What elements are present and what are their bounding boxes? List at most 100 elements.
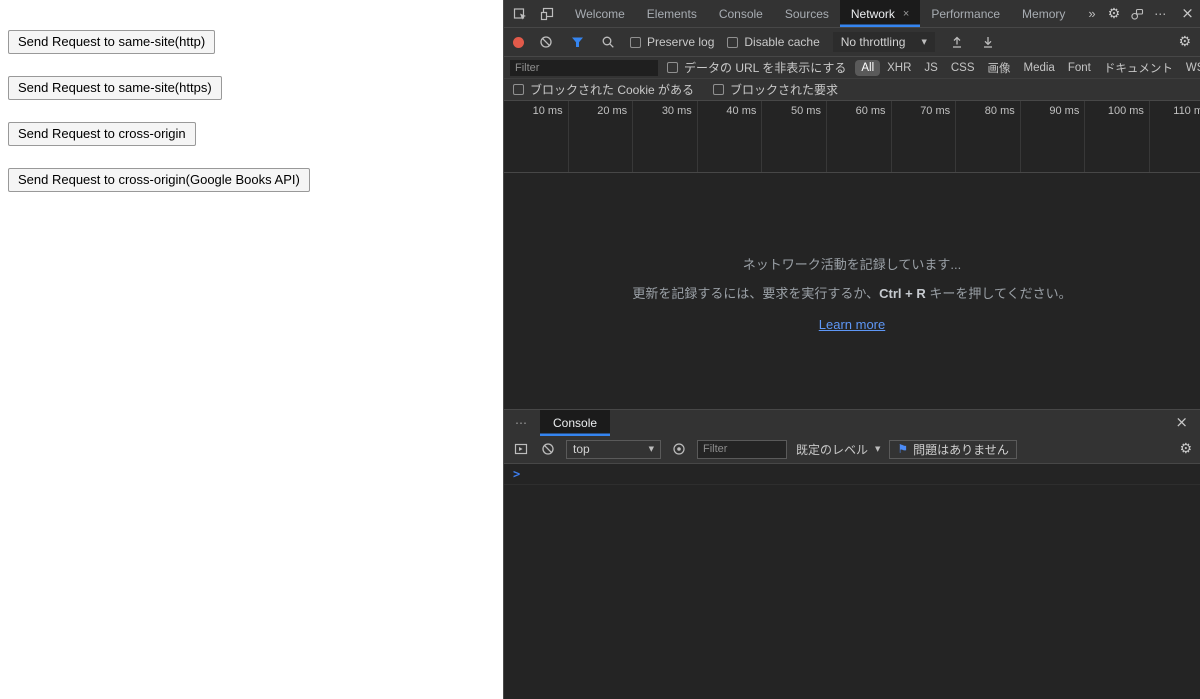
timeline-tick: 100 ms — [1085, 101, 1150, 172]
issues-label: 問題はありません — [913, 442, 1009, 457]
filter-funnel-icon[interactable] — [568, 33, 586, 51]
reload-hint-text: 更新を記録するには、要求を実行するか、 — [632, 286, 880, 302]
timeline-tick: 70 ms — [892, 101, 957, 172]
clear-console-icon[interactable] — [539, 440, 557, 458]
tab-label: Welcome — [575, 6, 625, 21]
checkbox-box[interactable] — [513, 84, 524, 95]
chevron-down-icon: ▼ — [648, 445, 654, 453]
devtools-menu-icon[interactable]: ⋯ — [1154, 7, 1168, 21]
console-settings-gear-icon[interactable]: ⚙ — [1179, 442, 1192, 456]
filter-chip-img[interactable]: 画像 — [982, 58, 1017, 78]
send-request-same-site-https-button[interactable]: Send Request to same-site(https) — [8, 76, 222, 100]
blocked-cookies-label: ブロックされた Cookie がある — [530, 83, 695, 97]
network-empty-state: ネットワーク活動を記録しています... 更新を記録するには、要求を実行するか、C… — [504, 173, 1200, 409]
checkbox-box[interactable] — [713, 84, 725, 95]
devtools-panel: Welcome Elements Console Sources Network… — [503, 0, 1200, 699]
request-type-filters: All XHR JS CSS 画像 Media Font ドキュメント WS M… — [855, 58, 1200, 78]
devtools-close-icon[interactable]: × — [1176, 6, 1199, 21]
hide-data-urls-label: データの URL を非表示にする — [684, 61, 847, 75]
drawer-tabbar: ⋯ Console × — [504, 408, 1200, 436]
console-toolbar: top ▼ 既定のレベル ▼ ⚑ 問題はありません ⚙ — [504, 435, 1200, 464]
device-toolbar-icon[interactable] — [538, 5, 556, 23]
preserve-log-label: Preserve log — [647, 35, 715, 49]
drawer-tab-console[interactable]: Console — [540, 409, 611, 436]
tab-memory[interactable]: Memory — [1011, 0, 1076, 27]
chevron-down-icon: ▼ — [875, 445, 881, 453]
learn-more-link[interactable]: Learn more — [819, 317, 885, 332]
record-icon[interactable] — [513, 36, 524, 48]
log-levels-value: 既定のレベル — [796, 442, 869, 457]
network-overview-timeline[interactable]: 10 ms 20 ms 30 ms 40 ms 50 ms 60 ms 70 m… — [504, 101, 1200, 173]
tab-console[interactable]: Console — [708, 0, 774, 27]
shortcut-key: Ctrl + R — [879, 286, 926, 302]
console-messages-area: > — [504, 463, 1200, 699]
checkbox-box[interactable] — [667, 62, 678, 73]
throttling-select[interactable]: No throttling ▼ — [832, 32, 935, 52]
network-settings-gear-icon[interactable]: ⚙ — [1178, 35, 1191, 49]
filter-chip-js[interactable]: JS — [918, 60, 943, 76]
send-request-cross-origin-button[interactable]: Send Request to cross-origin — [8, 122, 196, 146]
issues-button[interactable]: ⚑ 問題はありません — [889, 439, 1017, 459]
devtools-tabbar: Welcome Elements Console Sources Network… — [504, 0, 1200, 28]
network-filter-input[interactable] — [510, 59, 658, 76]
checkbox-box[interactable] — [727, 36, 739, 48]
feedback-icon[interactable] — [1128, 5, 1146, 23]
tab-label: Sources — [784, 6, 829, 21]
reload-hint: 更新を記録するには、要求を実行するか、Ctrl + R キーを押してください。 — [632, 283, 1071, 302]
console-sidebar-icon[interactable] — [512, 440, 530, 458]
console-filter-input[interactable] — [697, 439, 787, 459]
hide-data-urls-checkbox[interactable]: データの URL を非表示にする — [667, 59, 846, 76]
timeline-tick: 60 ms — [827, 101, 892, 172]
network-filter-bar: データの URL を非表示にする All XHR JS CSS 画像 Media… — [504, 57, 1200, 79]
tab-elements[interactable]: Elements — [636, 0, 708, 27]
preserve-log-checkbox[interactable]: Preserve log — [630, 35, 714, 49]
disable-cache-checkbox[interactable]: Disable cache — [727, 35, 820, 49]
filter-chip-xhr[interactable]: XHR — [881, 60, 917, 76]
console-context-select[interactable]: top ▼ — [566, 439, 661, 459]
console-context-value: top — [573, 442, 590, 456]
timeline-tick: 30 ms — [633, 101, 698, 172]
timeline-tick: 40 ms — [698, 101, 763, 172]
live-expression-eye-icon[interactable] — [670, 440, 688, 458]
filter-chip-font[interactable]: Font — [1062, 60, 1097, 76]
chevron-down-icon: ▼ — [921, 38, 927, 46]
tab-network[interactable]: Network × — [839, 0, 921, 27]
inspect-element-icon[interactable] — [511, 5, 529, 23]
tab-sources[interactable]: Sources — [774, 0, 840, 27]
tab-label: Performance — [931, 6, 1001, 21]
tab-welcome[interactable]: Welcome — [564, 0, 636, 27]
blocked-cookies-checkbox[interactable]: ブロックされた Cookie がある — [513, 81, 694, 98]
filter-chip-all[interactable]: All — [855, 59, 881, 76]
reload-hint-text: キーを押してください。 — [925, 286, 1072, 302]
timeline-tick: 110 ms — [1150, 101, 1200, 172]
blocked-requests-label: ブロックされた要求 — [730, 83, 839, 97]
filter-chip-media[interactable]: Media — [1018, 60, 1061, 76]
export-har-icon[interactable] — [979, 33, 997, 51]
log-levels-select[interactable]: 既定のレベル ▼ — [796, 441, 880, 458]
tab-close-icon[interactable]: × — [903, 8, 909, 20]
timeline-tick: 10 ms — [504, 101, 569, 172]
filter-chip-doc[interactable]: ドキュメント — [1098, 58, 1179, 78]
devtools-tabs: Welcome Elements Console Sources Network… — [564, 0, 1108, 27]
console-prompt-row[interactable]: > — [504, 464, 1200, 485]
search-icon[interactable] — [599, 33, 617, 51]
settings-gear-icon[interactable]: ⚙ — [1108, 7, 1121, 21]
blocked-requests-checkbox[interactable]: ブロックされた要求 — [713, 81, 838, 98]
timeline-tick: 20 ms — [569, 101, 634, 172]
web-page: Send Request to same-site(http) Send Req… — [0, 0, 503, 699]
import-har-icon[interactable] — [948, 33, 966, 51]
network-toolbar: Preserve log Disable cache No throttling… — [504, 28, 1200, 57]
send-request-google-books-button[interactable]: Send Request to cross-origin(Google Book… — [8, 168, 310, 192]
filter-chip-css[interactable]: CSS — [945, 60, 981, 76]
drawer-close-icon[interactable]: × — [1170, 415, 1193, 430]
more-tabs-icon[interactable]: » — [1076, 0, 1107, 27]
drawer-more-tools-icon[interactable]: ⋯ — [504, 410, 540, 436]
send-request-same-site-http-button[interactable]: Send Request to same-site(http) — [8, 30, 216, 54]
filter-chip-ws[interactable]: WS — [1180, 60, 1200, 76]
console-prompt-icon: > — [513, 466, 521, 481]
tab-label: Console — [718, 6, 763, 21]
checkbox-box[interactable] — [630, 36, 641, 48]
timeline-tick: 90 ms — [1021, 101, 1086, 172]
clear-icon[interactable] — [537, 33, 555, 51]
tab-performance[interactable]: Performance — [920, 0, 1011, 27]
